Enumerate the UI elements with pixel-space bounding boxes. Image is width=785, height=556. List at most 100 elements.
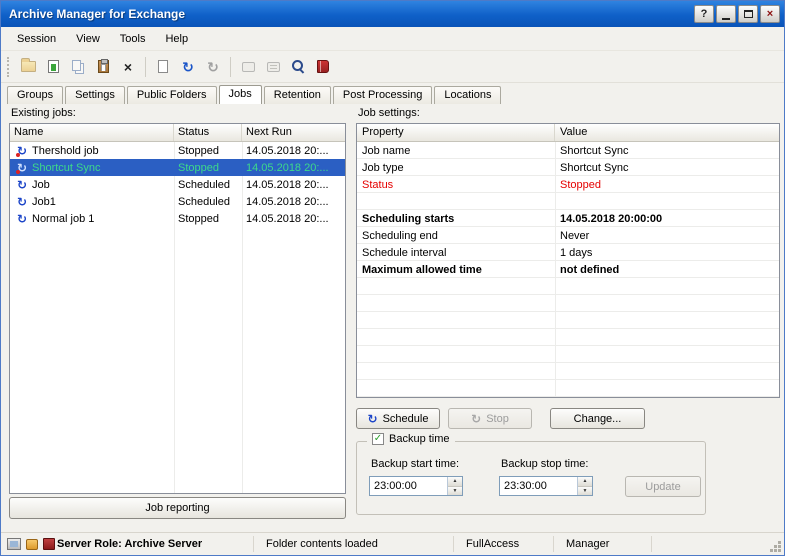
spinner-buttons: ▲ ▼ (577, 477, 592, 495)
spin-up-button[interactable]: ▲ (578, 477, 592, 487)
tab-public-folders[interactable]: Public Folders (127, 86, 217, 104)
backup-start-time-input[interactable] (370, 477, 447, 495)
update-button[interactable]: Update (625, 476, 701, 497)
refresh-disabled-icon[interactable]: ↻ (201, 55, 225, 79)
backup-stop-time-input[interactable] (500, 477, 577, 495)
job-row-job1[interactable]: ↻ Job1 Scheduled 14.05.2018 20:... (10, 193, 345, 210)
job-name: Job (32, 179, 50, 191)
computer-icon (7, 538, 21, 550)
refresh-icon[interactable]: ↻ (176, 55, 200, 79)
close-icon: × (767, 8, 773, 20)
spin-down-button[interactable]: ▼ (448, 487, 462, 496)
job-sync-icon: ↻ (14, 145, 30, 157)
setting-value: Shortcut Sync (555, 145, 779, 157)
column-header-name[interactable]: Name (10, 124, 174, 141)
status-icons (7, 538, 55, 550)
job-settings-label: Job settings: (358, 107, 420, 119)
backup-time-group: Backup start time: Backup stop time: ▲ ▼… (356, 441, 706, 515)
menu-view[interactable]: View (66, 30, 110, 48)
export-list-icon[interactable] (41, 55, 65, 79)
stop-button[interactable]: ↻ Stop (448, 408, 532, 429)
setting-row-empty[interactable] (357, 193, 779, 210)
tab-locations[interactable]: Locations (434, 86, 501, 104)
resize-grip[interactable] (769, 540, 782, 553)
close-button[interactable]: × (760, 5, 780, 23)
job-row-thershold-job[interactable]: ↻ Thershold job Stopped 14.05.2018 20:..… (10, 142, 345, 159)
schedule-button[interactable]: ↻ Schedule (356, 408, 440, 429)
toolbar-separator (145, 57, 146, 77)
status-bar: Server Role: Archive Server Folder conte… (1, 532, 784, 555)
job-next-run: 14.05.2018 20:... (242, 196, 345, 208)
access-status: FullAccess (466, 538, 519, 550)
job-row-normal-job-1[interactable]: ↻ Normal job 1 Stopped 14.05.2018 20:... (10, 210, 345, 227)
job-name-cell: ↻ Job (10, 179, 174, 191)
tab-retention[interactable]: Retention (264, 86, 331, 104)
delete-icon[interactable]: × (116, 55, 140, 79)
log-book-icon[interactable] (311, 55, 335, 79)
note-icon[interactable] (236, 55, 260, 79)
copy-icon[interactable] (66, 55, 90, 79)
setting-value: Never (555, 230, 779, 242)
help-icon: ? (701, 8, 708, 20)
backup-time-header: ✓ Backup time (367, 433, 455, 445)
column-header-status[interactable]: Status (174, 124, 242, 141)
stop-sync-icon: ↻ (471, 413, 481, 425)
setting-row-scheduling-end[interactable]: Scheduling end Never (357, 227, 779, 244)
statusbar-divider (253, 536, 254, 552)
setting-row-maximum-allowed-time[interactable]: Maximum allowed time not defined (357, 261, 779, 278)
change-button[interactable]: Change... (550, 408, 645, 429)
log-icon (43, 538, 55, 550)
column-header-next-run[interactable]: Next Run (242, 124, 345, 141)
job-next-run: 14.05.2018 20:... (242, 213, 345, 225)
open-folder-icon[interactable] (16, 55, 40, 79)
setting-row-job-name[interactable]: Job name Shortcut Sync (357, 142, 779, 159)
menu-session[interactable]: Session (7, 30, 66, 48)
role-status: Manager (566, 538, 609, 550)
column-header-value[interactable]: Value (555, 124, 779, 141)
tab-jobs[interactable]: Jobs (219, 85, 262, 104)
job-sync-icon: ↻ (14, 179, 30, 191)
notes-icon[interactable] (261, 55, 285, 79)
setting-row-scheduling-starts[interactable]: Scheduling starts 14.05.2018 20:00:00 (357, 210, 779, 227)
spinner-buttons: ▲ ▼ (447, 477, 462, 495)
window-title: Archive Manager for Exchange (1, 7, 185, 21)
minimize-button[interactable] (716, 5, 736, 23)
job-row-shortcut-sync[interactable]: ↻ Shortcut Sync Stopped 14.05.2018 20:..… (10, 159, 345, 176)
column-header-property[interactable]: Property (357, 124, 555, 141)
backup-time-checkbox[interactable]: ✓ (372, 433, 384, 445)
job-row-job[interactable]: ↻ Job Scheduled 14.05.2018 20:... (10, 176, 345, 193)
setting-row-job-type[interactable]: Job type Shortcut Sync (357, 159, 779, 176)
setting-row-status[interactable]: Status Stopped (357, 176, 779, 193)
jobs-list-header: Name Status Next Run (10, 124, 345, 142)
setting-property: Maximum allowed time (357, 264, 555, 276)
menu-bar: Session View Tools Help (1, 27, 784, 51)
setting-value: Stopped (555, 179, 779, 191)
menu-help[interactable]: Help (155, 30, 198, 48)
tab-post-processing[interactable]: Post Processing (333, 86, 432, 104)
job-name-cell: ↻ Normal job 1 (10, 213, 174, 225)
job-name: Shortcut Sync (32, 162, 100, 174)
toolbar-separator (230, 57, 231, 77)
tab-groups[interactable]: Groups (7, 86, 63, 104)
statusbar-divider (453, 536, 454, 552)
backup-stop-time-label: Backup stop time: (501, 458, 588, 470)
menu-tools[interactable]: Tools (110, 30, 156, 48)
spin-up-button[interactable]: ▲ (448, 477, 462, 487)
app-window: Archive Manager for Exchange ? × Session… (0, 0, 785, 556)
find-icon[interactable] (286, 55, 310, 79)
job-name-cell: ↻ Thershold job (10, 145, 174, 157)
spin-down-button[interactable]: ▼ (578, 487, 592, 496)
maximize-icon (744, 10, 753, 18)
window-controls: ? × (694, 5, 780, 23)
help-button[interactable]: ? (694, 5, 714, 23)
job-next-run: 14.05.2018 20:... (242, 179, 345, 191)
paste-icon[interactable] (91, 55, 115, 79)
tab-settings[interactable]: Settings (65, 86, 125, 104)
setting-row-schedule-interval[interactable]: Schedule interval 1 days (357, 244, 779, 261)
maximize-button[interactable] (738, 5, 758, 23)
job-sync-icon: ↻ (14, 213, 30, 225)
new-document-icon[interactable] (151, 55, 175, 79)
job-status: Stopped (174, 213, 242, 225)
job-reporting-button[interactable]: Job reporting (9, 497, 346, 519)
job-status: Stopped (174, 145, 242, 157)
